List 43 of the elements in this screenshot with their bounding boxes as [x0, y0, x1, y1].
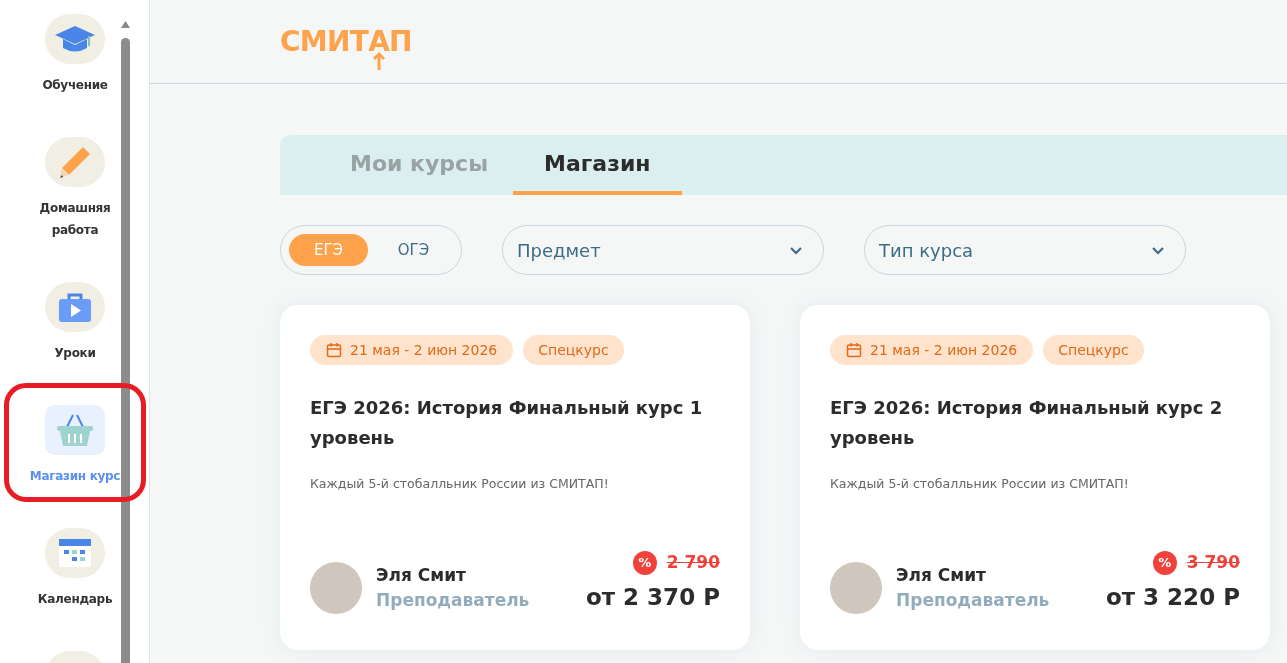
calendar-icon	[846, 342, 862, 358]
course-card[interactable]: 21 мая - 2 июн 2026 Спецкурс ЕГЭ 2026: История Финальный курс 1 уровень Каждый 5-й стобалльник России из СМИТАП! Эля Смит Преподаватель % 2 790 от 2 370 Р	[280, 305, 750, 650]
teacher-name: Эля Смит	[896, 563, 987, 587]
teacher-role: Преподаватель	[376, 589, 530, 612]
avatar	[310, 562, 362, 614]
calendar-icon	[326, 342, 342, 358]
old-price: 3 790	[1186, 551, 1240, 574]
calendar-icon	[58, 538, 92, 568]
date-badge: 21 мая - 2 июн 2026	[830, 335, 1034, 365]
scrollbar-thumb[interactable]	[121, 38, 130, 663]
pencil-icon	[57, 144, 93, 180]
scroll-up-arrow-icon[interactable]	[120, 20, 131, 30]
course-type-tag: Спецкурс	[1043, 335, 1144, 365]
dropdown[interactable]: Тип курса	[864, 225, 1186, 275]
discount-badge: %	[1152, 550, 1177, 575]
tab[interactable]: Магазин	[513, 135, 682, 195]
nav-item[interactable]: Календарь	[22, 528, 128, 610]
scrollbar[interactable]	[120, 20, 131, 663]
chevron-down-icon	[1151, 245, 1165, 255]
dropdown[interactable]: Предмет	[502, 225, 824, 275]
arrow-up-icon	[372, 50, 386, 71]
price: от 2 370 Р	[585, 582, 720, 612]
nav-item[interactable]: Домашняя работа	[22, 137, 128, 241]
course-card[interactable]: 21 мая - 2 июн 2026 Спецкурс ЕГЭ 2026: История Финальный курс 2 уровень Каждый 5-й стобалльник России из СМИТАП! Эля Смит Преподаватель % 3 790 от 3 220 Р	[800, 305, 1270, 650]
old-price: 2 790	[666, 551, 720, 574]
discount-badge: %	[632, 550, 657, 575]
course-type-tag: Спецкурс	[523, 335, 624, 365]
avatar	[830, 562, 882, 614]
video-case-icon	[58, 291, 92, 323]
chevron-down-icon	[789, 245, 803, 255]
date-badge: 21 мая - 2 июн 2026	[310, 335, 514, 365]
course-subtitle: Каждый 5-й стобалльник России из СМИТАП!	[830, 475, 1130, 493]
course-subtitle: Каждый 5-й стобалльник России из СМИТАП!	[310, 475, 610, 493]
course-title: ЕГЭ 2026: История Финальный курс 1 уровень	[310, 396, 704, 450]
nav-item[interactable]: Обучение	[22, 14, 128, 96]
teacher-name: Эля Смит	[376, 563, 467, 587]
graduation-cap-icon	[53, 24, 97, 54]
teacher-role: Преподаватель	[896, 589, 1050, 612]
price: от 3 220 Р	[1105, 582, 1240, 612]
nav-item[interactable]: Уроки	[22, 282, 128, 364]
course-title: ЕГЭ 2026: История Финальный курс 2 уровень	[830, 396, 1224, 450]
exam-option[interactable]: ОГЭ	[374, 234, 453, 266]
basket-icon	[55, 413, 95, 447]
